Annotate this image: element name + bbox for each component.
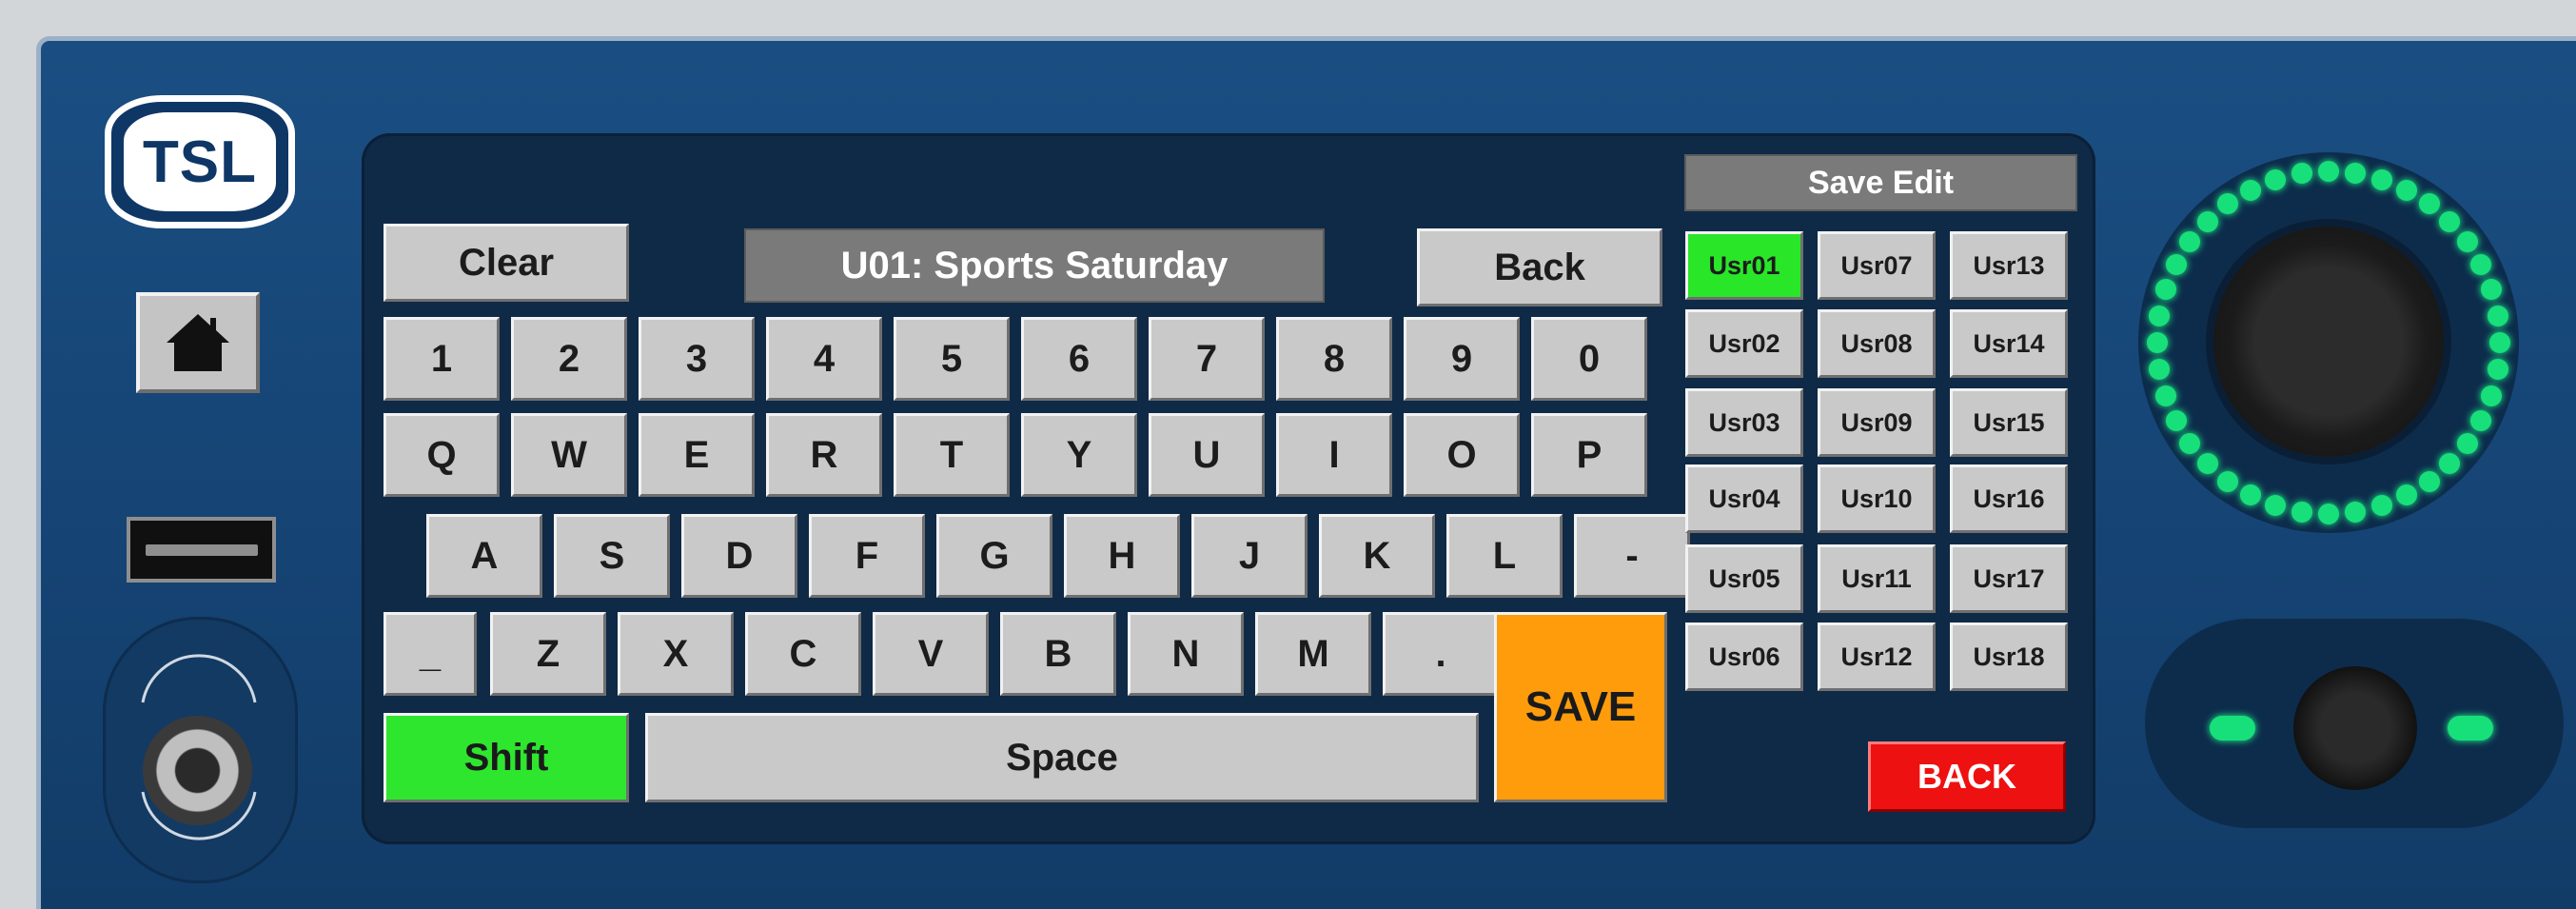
knob-led	[2147, 332, 2168, 353]
knob-led	[2370, 168, 2392, 190]
key-o[interactable]: O	[1404, 413, 1520, 497]
user-slot-usr11[interactable]: Usr11	[1818, 544, 1936, 613]
key-a[interactable]: A	[426, 514, 542, 598]
knob-led	[2481, 385, 2503, 406]
key-y[interactable]: Y	[1021, 413, 1137, 497]
user-slot-usr02[interactable]: Usr02	[1685, 309, 1803, 378]
key-w[interactable]: W	[511, 413, 627, 497]
user-slot-usr16[interactable]: Usr16	[1950, 464, 2068, 533]
knob-led	[2489, 332, 2510, 353]
knob-led	[2291, 501, 2312, 523]
key-n[interactable]: N	[1128, 612, 1244, 696]
key-5[interactable]: 5	[894, 317, 1010, 401]
key-u[interactable]: U	[1149, 413, 1265, 497]
key-v[interactable]: V	[873, 612, 989, 696]
knob-led	[2456, 231, 2478, 253]
preset-title: U01: Sports Saturday	[744, 228, 1325, 303]
knob-led	[2487, 305, 2508, 326]
knob-led	[2395, 179, 2417, 201]
joystick-led-right	[2448, 716, 2493, 741]
key-2[interactable]: 2	[511, 317, 627, 401]
user-slot-usr01[interactable]: Usr01	[1685, 231, 1803, 300]
knob-led	[2196, 210, 2218, 232]
user-slot-usr06[interactable]: Usr06	[1685, 622, 1803, 691]
key-1[interactable]: 1	[383, 317, 500, 401]
user-slot-usr15[interactable]: Usr15	[1950, 388, 2068, 457]
user-slot-usr12[interactable]: Usr12	[1818, 622, 1936, 691]
knob-led	[2418, 470, 2440, 492]
key-q[interactable]: Q	[383, 413, 500, 497]
knob-led	[2439, 210, 2461, 232]
key-b[interactable]: B	[1000, 612, 1116, 696]
knob-led	[2370, 495, 2392, 517]
key-underscore[interactable]: _	[383, 612, 477, 696]
key-p[interactable]: P	[1531, 413, 1647, 497]
key-8[interactable]: 8	[1276, 317, 1392, 401]
clear-button[interactable]: Clear	[383, 224, 629, 302]
shift-button[interactable]: Shift	[383, 713, 629, 802]
save-edit-back-button[interactable]: BACK	[1868, 741, 2066, 812]
key-m[interactable]: M	[1255, 612, 1371, 696]
knob-led	[2196, 453, 2218, 475]
user-slot-usr17[interactable]: Usr17	[1950, 544, 2068, 613]
key-h[interactable]: H	[1064, 514, 1180, 598]
user-slot-usr08[interactable]: Usr08	[1818, 309, 1936, 378]
key-7[interactable]: 7	[1149, 317, 1265, 401]
key-c[interactable]: C	[745, 612, 861, 696]
user-slot-usr14[interactable]: Usr14	[1950, 309, 2068, 378]
key-t[interactable]: T	[894, 413, 1010, 497]
key-9[interactable]: 9	[1404, 317, 1520, 401]
key-g[interactable]: G	[936, 514, 1052, 598]
knob-led	[2149, 305, 2171, 326]
knob-led	[2217, 470, 2239, 492]
rotary-knob[interactable]	[2213, 227, 2444, 457]
knob-led	[2470, 409, 2492, 431]
key-d[interactable]: D	[681, 514, 797, 598]
key-dash[interactable]: -	[1574, 514, 1690, 598]
knob-led	[2318, 504, 2339, 524]
key-z[interactable]: Z	[490, 612, 606, 696]
knob-led	[2154, 385, 2176, 406]
key-r[interactable]: R	[766, 413, 882, 497]
key-4[interactable]: 4	[766, 317, 882, 401]
user-slot-usr09[interactable]: Usr09	[1818, 388, 1936, 457]
key-f[interactable]: F	[809, 514, 925, 598]
knob-led	[2318, 161, 2339, 182]
key-j[interactable]: J	[1191, 514, 1308, 598]
user-slot-usr10[interactable]: Usr10	[1818, 464, 1936, 533]
headphone-jack	[143, 716, 252, 825]
space-button[interactable]: Space	[645, 713, 1479, 802]
knob-led	[2165, 409, 2187, 431]
knob-led	[2487, 359, 2508, 381]
user-slot-usr05[interactable]: Usr05	[1685, 544, 1803, 613]
knob-led	[2240, 179, 2262, 201]
user-slot-usr13[interactable]: Usr13	[1950, 231, 2068, 300]
knob-led	[2345, 501, 2367, 523]
key-i[interactable]: I	[1276, 413, 1392, 497]
user-slot-usr04[interactable]: Usr04	[1685, 464, 1803, 533]
key-l[interactable]: L	[1446, 514, 1563, 598]
user-slot-usr18[interactable]: Usr18	[1950, 622, 2068, 691]
back-button[interactable]: Back	[1417, 228, 1662, 306]
key-x[interactable]: X	[618, 612, 734, 696]
knob-led	[2456, 432, 2478, 454]
key-k[interactable]: K	[1319, 514, 1435, 598]
knob-led	[2165, 254, 2187, 276]
save-edit-header: Save Edit	[1684, 154, 2077, 211]
key-period[interactable]: .	[1383, 612, 1499, 696]
knob-led	[2291, 163, 2312, 185]
key-s[interactable]: S	[554, 514, 670, 598]
joystick-led-left	[2210, 716, 2255, 741]
save-button[interactable]: SAVE	[1494, 612, 1667, 802]
key-0[interactable]: 0	[1531, 317, 1647, 401]
joystick[interactable]	[2293, 666, 2417, 790]
user-slot-usr03[interactable]: Usr03	[1685, 388, 1803, 457]
key-3[interactable]: 3	[639, 317, 755, 401]
key-6[interactable]: 6	[1021, 317, 1137, 401]
key-e[interactable]: E	[639, 413, 755, 497]
user-slot-usr07[interactable]: Usr07	[1818, 231, 1936, 300]
knob-led	[2395, 484, 2417, 506]
